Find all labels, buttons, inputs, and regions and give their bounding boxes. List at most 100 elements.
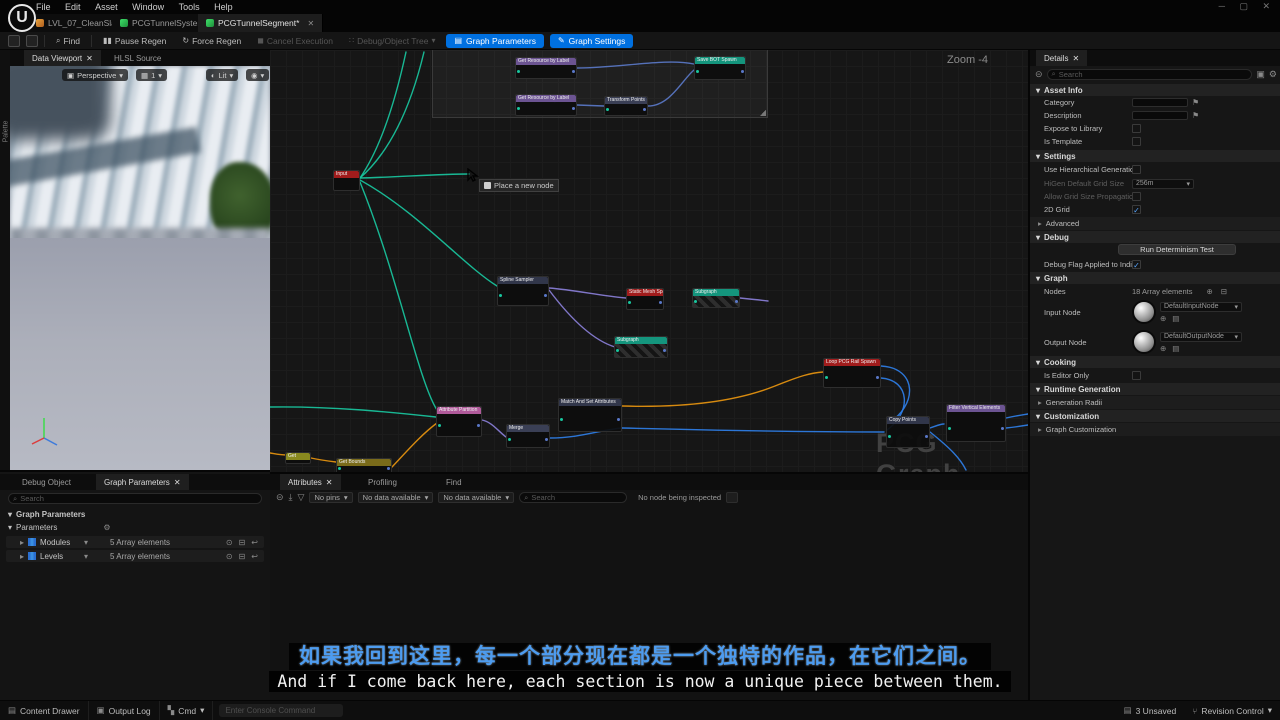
save-icon[interactable] xyxy=(8,35,20,47)
clear-array-icon[interactable]: ⊟ xyxy=(1221,287,1227,296)
output-pin[interactable] xyxy=(617,418,620,421)
graph-parameters-header[interactable]: ▾ Graph Parameters xyxy=(0,510,270,519)
graph-node[interactable]: Loop PCG Rail Spawn xyxy=(823,358,881,388)
input-pin[interactable] xyxy=(948,427,951,430)
parameter-row[interactable]: ▸ Modules ▾ 5 Array elements ⊙ ⊟ ↩ xyxy=(6,536,264,548)
checkbox[interactable]: ✓ xyxy=(1132,260,1141,269)
output-pin[interactable] xyxy=(643,108,646,111)
tab-pcg-tunnel-segment[interactable]: PCGTunnelSegment* ✕ xyxy=(198,14,323,32)
palette-side-tab[interactable]: Palette xyxy=(0,50,10,470)
trash-icon[interactable]: ⊟ xyxy=(239,552,246,561)
parameters-search-input[interactable]: ⌕ Search xyxy=(8,493,262,504)
export-icon[interactable]: ⤓ xyxy=(289,492,293,503)
tab-details[interactable]: Details ✕ xyxy=(1036,50,1087,66)
tab-data-viewport[interactable]: Data Viewport ✕ xyxy=(24,50,101,66)
section-header[interactable]: ▾Settings xyxy=(1030,150,1280,162)
checkbox[interactable] xyxy=(1132,371,1141,380)
section-header[interactable]: ▾Debug xyxy=(1030,231,1280,243)
tab-debug-object[interactable]: Debug Object xyxy=(14,474,79,490)
section-header[interactable]: ▾Customization xyxy=(1030,410,1280,422)
use-selected-icon[interactable]: ⊕ xyxy=(1160,344,1166,353)
input-pin[interactable] xyxy=(616,349,619,352)
gear-icon[interactable]: ⚙ xyxy=(103,523,110,532)
checkbox[interactable] xyxy=(1132,137,1141,146)
graph-node[interactable]: Subgraph xyxy=(614,336,668,358)
dropdown[interactable]: 256m▾ xyxy=(1132,179,1194,189)
graph-node[interactable]: Match And Set Attributes xyxy=(558,398,622,432)
input-pin[interactable] xyxy=(628,301,631,304)
debug-object-tree-dropdown[interactable]: ∷ Debug/Object Tree ▾ xyxy=(344,34,440,48)
node-class-dropdown[interactable]: DefaultOutputNode▾ xyxy=(1160,332,1242,342)
section-header[interactable]: ▾Cooking xyxy=(1030,356,1280,368)
trash-icon[interactable]: ⊟ xyxy=(239,538,246,547)
text-field[interactable] xyxy=(1132,98,1188,107)
output-pin[interactable] xyxy=(1001,427,1004,430)
output-pin[interactable] xyxy=(387,467,390,470)
close-icon[interactable]: ✕ xyxy=(174,478,181,487)
checkbox[interactable] xyxy=(1132,124,1141,133)
viewport-3d[interactable]: ▣ Perspective ▾ ▦ 1 ▾ ◐ Lit ▾ ◉ ▾ xyxy=(10,66,270,470)
menu-help[interactable]: Help xyxy=(208,0,239,14)
close-icon[interactable]: ✕ xyxy=(326,478,333,487)
text-field[interactable] xyxy=(1132,111,1188,120)
view-index-dropdown[interactable]: ▦ 1 ▾ xyxy=(136,69,167,81)
graph-node[interactable]: Spline Sampler xyxy=(497,276,549,306)
node-thumbnail[interactable] xyxy=(1132,330,1156,354)
menu-asset[interactable]: Asset xyxy=(89,0,124,14)
collapsed-subsection[interactable]: ▸Advanced xyxy=(1030,217,1280,230)
details-search-input[interactable]: ⌕ Search xyxy=(1047,69,1253,80)
output-pin[interactable] xyxy=(572,107,575,110)
input-pin[interactable] xyxy=(517,107,520,110)
graph-node[interactable]: Merge xyxy=(506,424,550,448)
settings-icon[interactable]: ▣ xyxy=(1256,69,1265,80)
input-pin[interactable] xyxy=(517,70,520,73)
output-pin[interactable] xyxy=(544,294,547,297)
resize-handle[interactable] xyxy=(760,110,766,116)
input-pin[interactable] xyxy=(508,438,511,441)
graph-node[interactable]: Get Bounds xyxy=(336,458,392,472)
graph-node[interactable]: Input xyxy=(333,170,360,191)
cmd-dropdown[interactable]: ▚ Cmd ▾ xyxy=(160,701,214,720)
graph-node[interactable]: Save BOT Spawn xyxy=(694,56,746,80)
filter-icon[interactable]: ▽ xyxy=(298,492,305,503)
close-icon[interactable]: ✕ xyxy=(86,54,93,63)
menu-window[interactable]: Window xyxy=(126,0,170,14)
collapsed-subsection[interactable]: ▸Graph Customization xyxy=(1030,423,1280,436)
reset-icon[interactable]: ↩ xyxy=(251,552,258,561)
input-pin[interactable] xyxy=(888,435,891,438)
input-pin[interactable] xyxy=(499,294,502,297)
node-thumbnail[interactable] xyxy=(1132,300,1156,324)
revision-control-dropdown[interactable]: ⑂ Revision Control ▾ xyxy=(1184,701,1280,720)
graph-node[interactable]: Get Resource by Label xyxy=(515,57,577,79)
data-dropdown-1[interactable]: No data available ▾ xyxy=(358,492,434,503)
use-selected-icon[interactable]: ⊕ xyxy=(1160,314,1166,323)
graph-parameters-button[interactable]: ▤ Graph Parameters xyxy=(446,34,543,48)
input-pin[interactable] xyxy=(338,467,341,470)
input-pin[interactable] xyxy=(560,418,563,421)
data-dropdown-2[interactable]: No data available ▾ xyxy=(438,492,514,503)
attributes-search-input[interactable]: ⌕ Search xyxy=(519,492,627,503)
section-header[interactable]: ▾Graph xyxy=(1030,272,1280,284)
node-class-dropdown[interactable]: DefaultInputNode▾ xyxy=(1160,302,1242,312)
input-pin[interactable] xyxy=(696,70,699,73)
output-pin[interactable] xyxy=(477,424,480,427)
clock-icon[interactable]: ⊙ xyxy=(226,552,233,561)
unreal-logo-icon[interactable]: U xyxy=(8,4,36,32)
parameters-subheader[interactable]: ▾ Parameters ⚙ xyxy=(0,523,270,532)
flag-icon[interactable]: ⚑ xyxy=(1192,111,1199,120)
output-pin[interactable] xyxy=(741,70,744,73)
pause-regen-button[interactable]: ▮▮ Pause Regen xyxy=(98,34,171,48)
output-pin[interactable] xyxy=(925,435,928,438)
flag-icon[interactable]: ⚑ xyxy=(1192,98,1199,107)
graph-node[interactable]: Copy Points xyxy=(886,416,930,448)
section-header[interactable]: ▾Asset Info xyxy=(1030,84,1280,96)
unsaved-button[interactable]: ▤ 3 Unsaved xyxy=(1116,701,1185,720)
output-pin[interactable] xyxy=(663,349,666,352)
cancel-execution-button[interactable]: ◼ Cancel Execution xyxy=(252,34,338,48)
output-pin[interactable] xyxy=(545,438,548,441)
lit-dropdown[interactable]: ◐ Lit ▾ xyxy=(206,69,238,81)
browse-icon[interactable]: ▤ xyxy=(1172,344,1179,353)
tab-attributes[interactable]: Attributes ✕ xyxy=(280,474,341,490)
chevron-down-icon[interactable]: ▾ xyxy=(84,552,88,561)
graph-node[interactable]: Attribute Partition xyxy=(436,406,482,437)
